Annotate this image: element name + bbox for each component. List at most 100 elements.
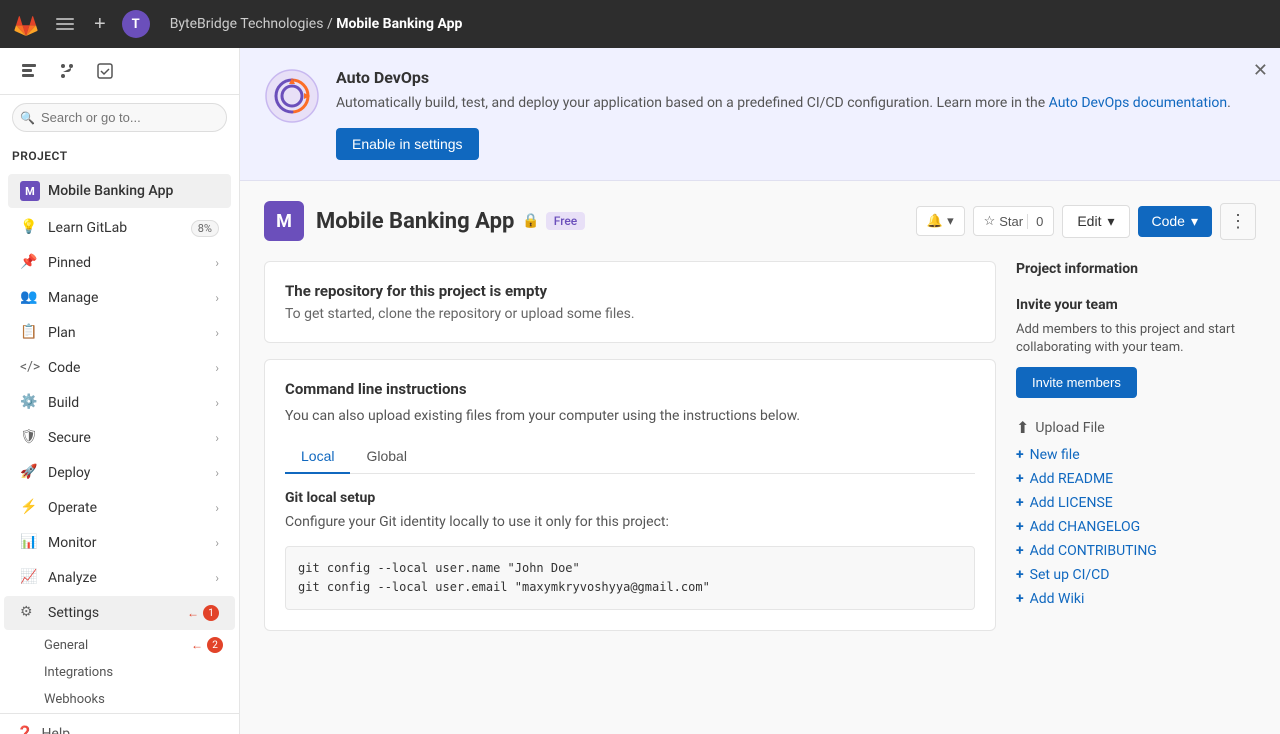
sidebar-item-learn-gitlab[interactable]: 💡 Learn GitLab 8%: [4, 211, 235, 245]
sidebar-item-code[interactable]: </> Code ›: [4, 351, 235, 385]
sidebar-item-pinned[interactable]: 📌 Pinned ›: [4, 246, 235, 280]
general-badge: 2: [207, 637, 223, 653]
devops-icon: [264, 68, 320, 124]
analyze-icon: 📈: [20, 569, 38, 587]
sidebar-toggle-btn[interactable]: [52, 11, 78, 37]
sidebar-tab-issues[interactable]: [12, 56, 46, 86]
add-readme-link[interactable]: + Add README: [1016, 471, 1256, 487]
project-page: M Mobile Banking App 🔒 Free 🔔 ▾ ☆ Star 0: [240, 181, 1280, 651]
content-grid: The repository for this project is empty…: [264, 261, 1256, 631]
cli-box: Command line instructions You can also u…: [264, 359, 996, 631]
notification-btn[interactable]: 🔔 ▾: [916, 206, 965, 236]
add-license-link[interactable]: + Add LICENSE: [1016, 495, 1256, 511]
sidebar-top-tabs: [0, 48, 239, 95]
upload-row: ⬆ Upload File: [1016, 418, 1256, 437]
empty-repo-desc: To get started, clone the repository or …: [285, 306, 975, 322]
edit-btn[interactable]: Edit ▾: [1062, 205, 1129, 238]
chevron-down-icon: ▾: [1191, 213, 1198, 230]
code-label: Code: [1152, 213, 1185, 229]
settings-badge: 1: [203, 605, 219, 621]
sidebar-item-manage[interactable]: 👥 Manage ›: [4, 281, 235, 315]
sidebar-sub-item-webhooks[interactable]: Webhooks: [0, 686, 239, 713]
plus-icon: +: [1016, 447, 1024, 463]
edit-label: Edit: [1077, 213, 1101, 229]
sidebar-item-settings[interactable]: ⚙ Settings ← 1: [4, 596, 235, 630]
project-actions: 🔔 ▾ ☆ Star 0 Edit ▾ Code ▾: [916, 203, 1256, 240]
plus-icon: +: [1016, 519, 1024, 535]
add-wiki-link[interactable]: + Add Wiki: [1016, 591, 1256, 607]
sidebar-item-secure[interactable]: 🛡 Secure ›: [4, 421, 235, 455]
chevron-right-icon: ›: [215, 501, 219, 515]
help-label: Help: [41, 726, 70, 734]
invite-members-btn[interactable]: Invite members: [1016, 367, 1137, 398]
banner-content: Auto DevOps Automatically build, test, a…: [336, 68, 1256, 160]
chevron-right-icon: ›: [215, 396, 219, 410]
help-item[interactable]: ❓ Help: [0, 713, 239, 734]
project-title: Mobile Banking App: [316, 209, 514, 234]
sidebar: 🔍 Project M Mobile Banking App 💡 Learn G…: [0, 48, 240, 734]
invite-desc: Add members to this project and start co…: [1016, 321, 1256, 357]
sidebar-tab-mr[interactable]: [50, 56, 84, 86]
sidebar-item-build[interactable]: ⚙️ Build ›: [4, 386, 235, 420]
new-file-link[interactable]: + New file: [1016, 447, 1256, 463]
lock-icon: 🔒: [522, 213, 539, 229]
more-options-btn[interactable]: ⋮: [1220, 203, 1256, 240]
chevron-down-icon: ▾: [1107, 213, 1114, 230]
setup-cicd-label: Set up CI/CD: [1030, 567, 1110, 583]
main-content: Auto DevOps Automatically build, test, a…: [240, 48, 1280, 734]
add-contributing-link[interactable]: + Add CONTRIBUTING: [1016, 543, 1256, 559]
project-name: Mobile Banking App: [48, 183, 173, 199]
sidebar-nav: 💡 Learn GitLab 8% 📌 Pinned › 👥 Manage: [0, 210, 239, 713]
star-icon: ☆: [984, 213, 996, 229]
plus-icon: +: [1016, 495, 1024, 511]
tab-local[interactable]: Local: [285, 440, 350, 474]
project-big-avatar: M: [264, 201, 304, 241]
sidebar-item-analyze[interactable]: 📈 Analyze ›: [4, 561, 235, 595]
code-line-1: git config --local user.name "John Doe": [298, 559, 962, 578]
enable-settings-btn[interactable]: Enable in settings: [336, 128, 479, 160]
chevron-right-icon: ›: [215, 291, 219, 305]
sidebar-sub-item-integrations[interactable]: Integrations: [0, 659, 239, 686]
new-file-label: New file: [1030, 447, 1080, 463]
auto-devops-docs-link[interactable]: Auto DevOps documentation: [1049, 95, 1227, 111]
project-avatar: M: [20, 181, 40, 201]
banner-close-btn[interactable]: ✕: [1253, 60, 1268, 81]
sidebar-item-monitor[interactable]: 📊 Monitor ›: [4, 526, 235, 560]
help-icon: ❓: [16, 726, 33, 734]
star-btn[interactable]: ☆ Star 0: [973, 206, 1055, 236]
sidebar-sub-item-general[interactable]: General ← 2: [0, 631, 239, 659]
tab-global[interactable]: Global: [350, 440, 422, 474]
git-setup-title: Git local setup: [285, 490, 975, 506]
sidebar-item-deploy[interactable]: 🚀 Deploy ›: [4, 456, 235, 490]
empty-repo-title: The repository for this project is empty: [285, 282, 975, 300]
sidebar-item-plan[interactable]: 📋 Plan ›: [4, 316, 235, 350]
monitor-icon: 📊: [20, 534, 38, 552]
sidebar-item-operate[interactable]: ⚡ Operate ›: [4, 491, 235, 525]
plus-icon: +: [1016, 471, 1024, 487]
setup-cicd-link[interactable]: + Set up CI/CD: [1016, 567, 1256, 583]
gitlab-logo[interactable]: [12, 10, 40, 38]
add-license-label: Add LICENSE: [1030, 495, 1113, 511]
add-readme-label: Add README: [1030, 471, 1113, 487]
add-changelog-link[interactable]: + Add CHANGELOG: [1016, 519, 1256, 535]
invite-team-section: Invite your team Add members to this pro…: [1016, 297, 1256, 398]
operate-icon: ⚡: [20, 499, 38, 517]
chevron-right-icon: ›: [215, 536, 219, 550]
code-icon: </>: [20, 359, 38, 377]
code-btn[interactable]: Code ▾: [1138, 206, 1213, 237]
content-main: The repository for this project is empty…: [264, 261, 996, 631]
topbar: + T ByteBridge Technologies / Mobile Ban…: [0, 0, 1280, 48]
plus-icon: +: [1016, 567, 1024, 583]
sidebar-tab-todo[interactable]: [88, 56, 122, 86]
star-count: 0: [1027, 214, 1043, 229]
sidebar-project-item[interactable]: M Mobile Banking App: [8, 174, 231, 208]
plus-icon: +: [1016, 543, 1024, 559]
avatar[interactable]: T: [122, 10, 150, 38]
cli-title: Command line instructions: [285, 380, 975, 398]
chevron-right-icon: ›: [215, 571, 219, 585]
plus-icon: +: [1016, 591, 1024, 607]
settings-icon: ⚙: [20, 604, 38, 622]
red-left-arrow-2-icon: ←: [191, 638, 203, 652]
new-item-btn[interactable]: +: [90, 9, 110, 40]
search-input[interactable]: [12, 103, 227, 132]
